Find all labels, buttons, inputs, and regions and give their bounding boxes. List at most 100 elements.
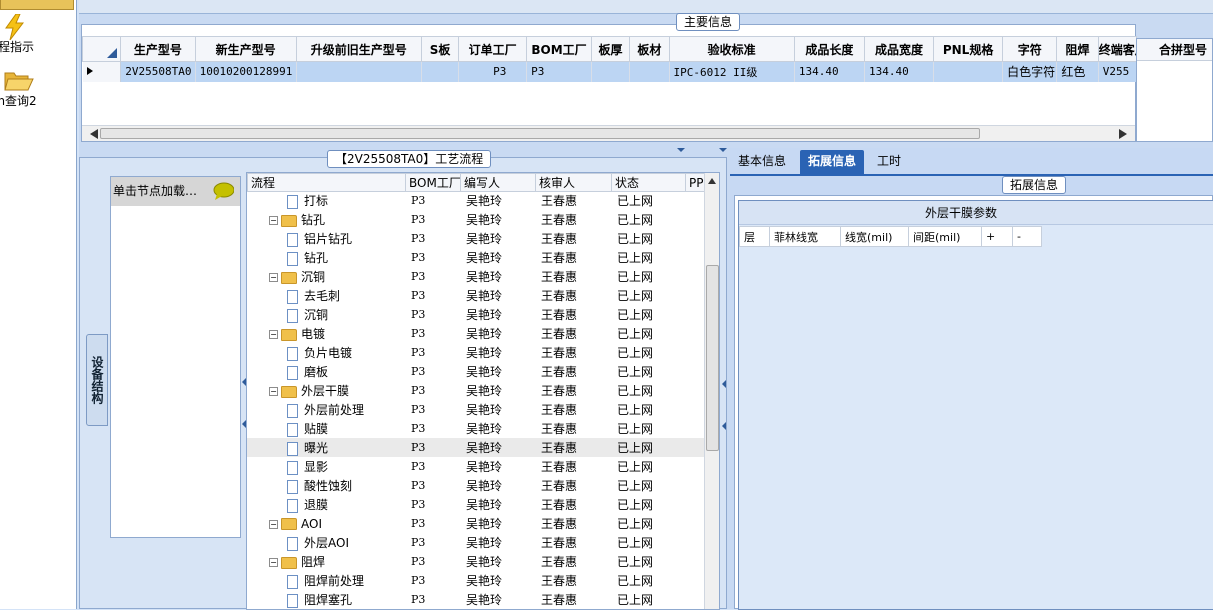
- writer-cell[interactable]: 吴艳玲: [460, 419, 535, 438]
- factory-cell[interactable]: P3: [405, 362, 460, 381]
- factory-cell[interactable]: P3: [405, 381, 460, 400]
- writer-cell[interactable]: 吴艳玲: [460, 590, 535, 609]
- factory-cell[interactable]: P3: [405, 248, 460, 267]
- status-cell[interactable]: 已上网: [611, 400, 685, 419]
- status-cell[interactable]: 已上网: [611, 286, 685, 305]
- tree-node-cell[interactable]: 贴膜: [247, 419, 405, 438]
- cell[interactable]: P3: [526, 61, 592, 82]
- scroll-up-icon[interactable]: [708, 178, 716, 184]
- col-header[interactable]: 流程: [247, 173, 406, 192]
- tree-row[interactable]: 沉铜 P3 吴艳玲 王春惠 已上网: [247, 305, 707, 324]
- cell[interactable]: 134.40: [864, 61, 935, 82]
- nav-item-bom-query[interactable]: om查询2: [0, 68, 76, 108]
- cell[interactable]: IPC-6012 II级: [669, 61, 795, 82]
- nav-selected-item[interactable]: [0, 0, 74, 10]
- tree-node-cell[interactable]: 阻焊前处理: [247, 571, 405, 590]
- writer-cell[interactable]: 吴艳玲: [460, 533, 535, 552]
- factory-cell[interactable]: P3: [405, 229, 460, 248]
- writer-cell[interactable]: 吴艳玲: [460, 400, 535, 419]
- col-header[interactable]: 板厚: [590, 36, 631, 62]
- col-header[interactable]: 板材: [629, 36, 670, 62]
- reviewer-cell[interactable]: 王春惠: [535, 324, 611, 343]
- collapse-icon[interactable]: −: [269, 558, 278, 567]
- reviewer-cell[interactable]: 王春惠: [535, 305, 611, 324]
- status-cell[interactable]: 已上网: [611, 229, 685, 248]
- factory-cell[interactable]: P3: [405, 590, 460, 609]
- reviewer-cell[interactable]: 王春惠: [535, 533, 611, 552]
- col-header[interactable]: 字符: [1002, 36, 1058, 62]
- cell[interactable]: 10010200128991: [195, 61, 297, 82]
- cell[interactable]: [933, 61, 1004, 82]
- writer-cell[interactable]: 吴艳玲: [460, 343, 535, 362]
- writer-cell[interactable]: 吴艳玲: [460, 571, 535, 590]
- tree-node-cell[interactable]: 打标: [247, 191, 405, 210]
- tree-node-cell[interactable]: − 外层干膜: [247, 381, 405, 400]
- col-header[interactable]: 阻焊: [1056, 36, 1099, 62]
- cell[interactable]: 白色字符: [1002, 61, 1058, 82]
- tree-row[interactable]: − AOI P3 吴艳玲 王春惠 已上网: [247, 514, 707, 533]
- status-cell[interactable]: 已上网: [611, 362, 685, 381]
- col-header[interactable]: 层: [739, 226, 770, 247]
- tab-equipment-structure[interactable]: 设备结构: [86, 334, 108, 426]
- col-header[interactable]: PNL规格: [933, 36, 1004, 62]
- tree-node-cell[interactable]: 磨板: [247, 362, 405, 381]
- factory-cell[interactable]: P3: [405, 476, 460, 495]
- reviewer-cell[interactable]: 王春惠: [535, 438, 611, 457]
- tree-row[interactable]: 去毛刺 P3 吴艳玲 王春惠 已上网: [247, 286, 707, 305]
- tree-row[interactable]: − 电镀 P3 吴艳玲 王春惠 已上网: [247, 324, 707, 343]
- cell[interactable]: [421, 61, 460, 82]
- col-header[interactable]: 状态: [611, 173, 686, 192]
- status-cell[interactable]: 已上网: [611, 305, 685, 324]
- factory-cell[interactable]: P3: [405, 191, 460, 210]
- reviewer-cell[interactable]: 王春惠: [535, 552, 611, 571]
- status-cell[interactable]: 已上网: [611, 267, 685, 286]
- tree-node-cell[interactable]: 退膜: [247, 495, 405, 514]
- col-header[interactable]: 验收标准: [668, 36, 795, 62]
- load-node-bar[interactable]: 单击节点加载…: [111, 177, 240, 206]
- factory-cell[interactable]: P3: [405, 457, 460, 476]
- tree-node-cell[interactable]: 钻孔: [247, 248, 405, 267]
- reviewer-cell[interactable]: 王春惠: [535, 191, 611, 210]
- tree-node-cell[interactable]: 外层前处理: [247, 400, 405, 419]
- horizontal-splitter[interactable]: [677, 143, 727, 152]
- factory-cell[interactable]: P3: [405, 210, 460, 229]
- status-cell[interactable]: 已上网: [611, 552, 685, 571]
- status-cell[interactable]: 已上网: [611, 248, 685, 267]
- status-cell[interactable]: 已上网: [611, 438, 685, 457]
- table-row[interactable]: 2V25508TA0 10010200128991 P3 P3 IPC-6012…: [82, 61, 1138, 82]
- tree-row[interactable]: 钻孔 P3 吴艳玲 王春惠 已上网: [247, 248, 707, 267]
- status-cell[interactable]: 已上网: [611, 476, 685, 495]
- status-cell[interactable]: 已上网: [611, 381, 685, 400]
- vertical-splitter[interactable]: [722, 380, 730, 430]
- factory-cell[interactable]: P3: [405, 267, 460, 286]
- collapse-icon[interactable]: −: [269, 216, 278, 225]
- collapse-icon[interactable]: −: [269, 519, 278, 529]
- tree-node-cell[interactable]: 酸性蚀刻: [247, 476, 405, 495]
- row-indicator-header[interactable]: [81, 36, 122, 62]
- reviewer-cell[interactable]: 王春惠: [535, 362, 611, 381]
- tree-node-cell[interactable]: 曝光: [247, 438, 405, 457]
- writer-cell[interactable]: 吴艳玲: [460, 552, 535, 571]
- tree-node-cell[interactable]: − 钻孔: [247, 210, 405, 229]
- tree-row[interactable]: 曝光 P3 吴艳玲 王春惠 已上网: [247, 438, 707, 457]
- tab-work-hours[interactable]: 工时: [869, 150, 909, 174]
- tree-row[interactable]: 外层前处理 P3 吴艳玲 王春惠 已上网: [247, 400, 707, 419]
- tree-node-cell[interactable]: 显影: [247, 457, 405, 476]
- tree-row[interactable]: 打标 P3 吴艳玲 王春惠 已上网: [247, 191, 707, 210]
- tree-node-cell[interactable]: 铝片钻孔: [247, 229, 405, 248]
- tree-row[interactable]: − 阻焊 P3 吴艳玲 王春惠 已上网: [247, 552, 707, 571]
- col-header[interactable]: BOM工厂: [405, 173, 461, 192]
- col-header[interactable]: 间距(mil): [908, 226, 982, 247]
- cell[interactable]: 134.40: [794, 61, 866, 82]
- tree-node-cell[interactable]: − AOI: [247, 514, 405, 533]
- reviewer-cell[interactable]: 王春惠: [535, 457, 611, 476]
- col-header[interactable]: 编写人: [460, 173, 536, 192]
- tree-node-cell[interactable]: 外层AOI: [247, 533, 405, 552]
- status-cell[interactable]: 已上网: [611, 419, 685, 438]
- factory-cell[interactable]: P3: [405, 324, 460, 343]
- writer-cell[interactable]: 吴艳玲: [460, 229, 535, 248]
- cell[interactable]: V255: [1098, 61, 1138, 82]
- tree-node-cell[interactable]: 阻焊塞孔: [247, 590, 405, 609]
- writer-cell[interactable]: 吴艳玲: [460, 248, 535, 267]
- col-header[interactable]: 订单工厂: [458, 36, 528, 62]
